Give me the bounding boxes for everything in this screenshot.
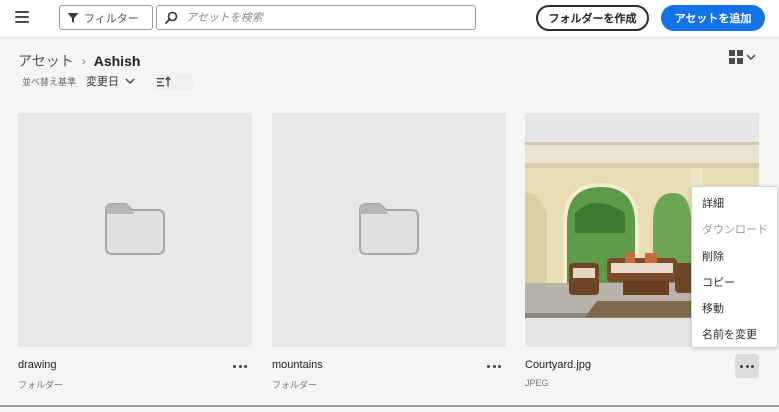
- menu-item-download[interactable]: ダウンロード: [692, 217, 777, 243]
- sort-order-icon: [157, 76, 171, 87]
- folder-icon: [105, 203, 165, 255]
- menu-item-copy[interactable]: コピー: [692, 270, 777, 296]
- folder-icon: [359, 203, 419, 255]
- search-field[interactable]: [156, 5, 476, 30]
- asset-name[interactable]: Courtyard.jpg: [525, 359, 591, 371]
- more-button[interactable]: [482, 354, 506, 378]
- chevron-right-icon: ›: [81, 54, 86, 68]
- search-input[interactable]: [186, 11, 456, 24]
- view-toggle-button[interactable]: [729, 50, 756, 64]
- asset-card-drawing[interactable]: [18, 113, 252, 347]
- create-folder-button[interactable]: フォルダーを作成: [536, 5, 649, 31]
- divider: [0, 405, 779, 407]
- search-icon: [165, 11, 178, 24]
- more-icon: [233, 364, 237, 368]
- asset-type: JPEG: [525, 378, 549, 388]
- filter-button[interactable]: フィルター: [59, 5, 153, 30]
- context-menu: 詳細 ダウンロード 削除 コピー 移動 名前を変更: [691, 186, 778, 348]
- grid-view-icon: [729, 50, 743, 64]
- filter-label: フィルター: [84, 12, 139, 25]
- asset-type: フォルダー: [272, 380, 318, 390]
- more-button[interactable]: [735, 354, 759, 378]
- sort-order-button[interactable]: [155, 74, 193, 90]
- add-assets-button[interactable]: アセットを追加: [661, 5, 765, 31]
- sort-select[interactable]: 変更日: [86, 73, 135, 89]
- sort-label: 並べ替え基準: [22, 77, 77, 87]
- menu-item-rename[interactable]: 名前を変更: [692, 322, 777, 347]
- asset-card-mountains[interactable]: [272, 113, 506, 347]
- menu-item-move[interactable]: 移動: [692, 296, 777, 322]
- menu-item-delete[interactable]: 削除: [692, 244, 777, 270]
- chevron-down-icon: [746, 54, 756, 61]
- filter-icon: [67, 12, 79, 23]
- sort-bar: 並べ替え基準 変更日: [0, 71, 779, 91]
- breadcrumb: アセット › Ashish: [18, 51, 140, 71]
- top-bar: フィルター フォルダーを作成 アセットを追加: [0, 0, 779, 38]
- breadcrumb-root[interactable]: アセット: [18, 51, 74, 71]
- more-icon: [740, 364, 744, 368]
- asset-name[interactable]: drawing: [18, 359, 57, 371]
- sort-value: 変更日: [86, 76, 119, 88]
- more-button[interactable]: [228, 354, 252, 378]
- chevron-down-icon: [125, 78, 135, 85]
- asset-name[interactable]: mountains: [272, 359, 323, 371]
- breadcrumb-current: Ashish: [93, 53, 141, 69]
- asset-type: フォルダー: [18, 380, 64, 390]
- hamburger-icon[interactable]: [15, 11, 29, 23]
- menu-item-details[interactable]: 詳細: [692, 191, 777, 217]
- more-icon: [487, 364, 491, 368]
